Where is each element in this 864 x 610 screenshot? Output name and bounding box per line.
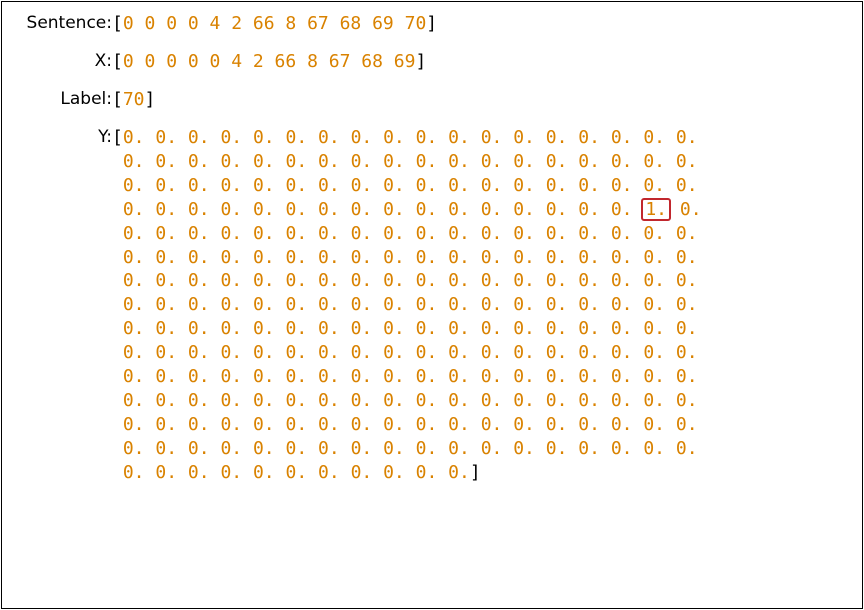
label-label: Label: xyxy=(16,88,112,111)
row-y: Y: [0. 0. 0. 0. 0. 0. 0. 0. 0. 0. 0. 0. … xyxy=(16,126,848,485)
value-sentence: [0 0 0 0 4 2 66 8 67 68 69 70] xyxy=(112,12,848,36)
value-label: [70] xyxy=(112,88,848,112)
output-frame: Sentence: [0 0 0 0 4 2 66 8 67 68 69 70]… xyxy=(1,1,863,609)
row-sentence: Sentence: [0 0 0 0 4 2 66 8 67 68 69 70] xyxy=(16,12,848,36)
y-highlighted-value: 1. xyxy=(641,198,671,222)
label-sentence: Sentence: xyxy=(16,12,112,35)
label-y: Y: xyxy=(16,126,112,149)
label-x: X: xyxy=(16,50,112,73)
row-label: Label: [70] xyxy=(16,88,848,112)
row-x: X: [0 0 0 0 0 4 2 66 8 67 68 69] xyxy=(16,50,848,74)
value-y: [0. 0. 0. 0. 0. 0. 0. 0. 0. 0. 0. 0. 0. … xyxy=(112,126,848,485)
x-array: 0 0 0 0 0 4 2 66 8 67 68 69 xyxy=(123,51,416,72)
label-array: 70 xyxy=(123,89,145,110)
value-x: [0 0 0 0 0 4 2 66 8 67 68 69] xyxy=(112,50,848,74)
sentence-array: 0 0 0 0 4 2 66 8 67 68 69 70 xyxy=(123,13,426,34)
